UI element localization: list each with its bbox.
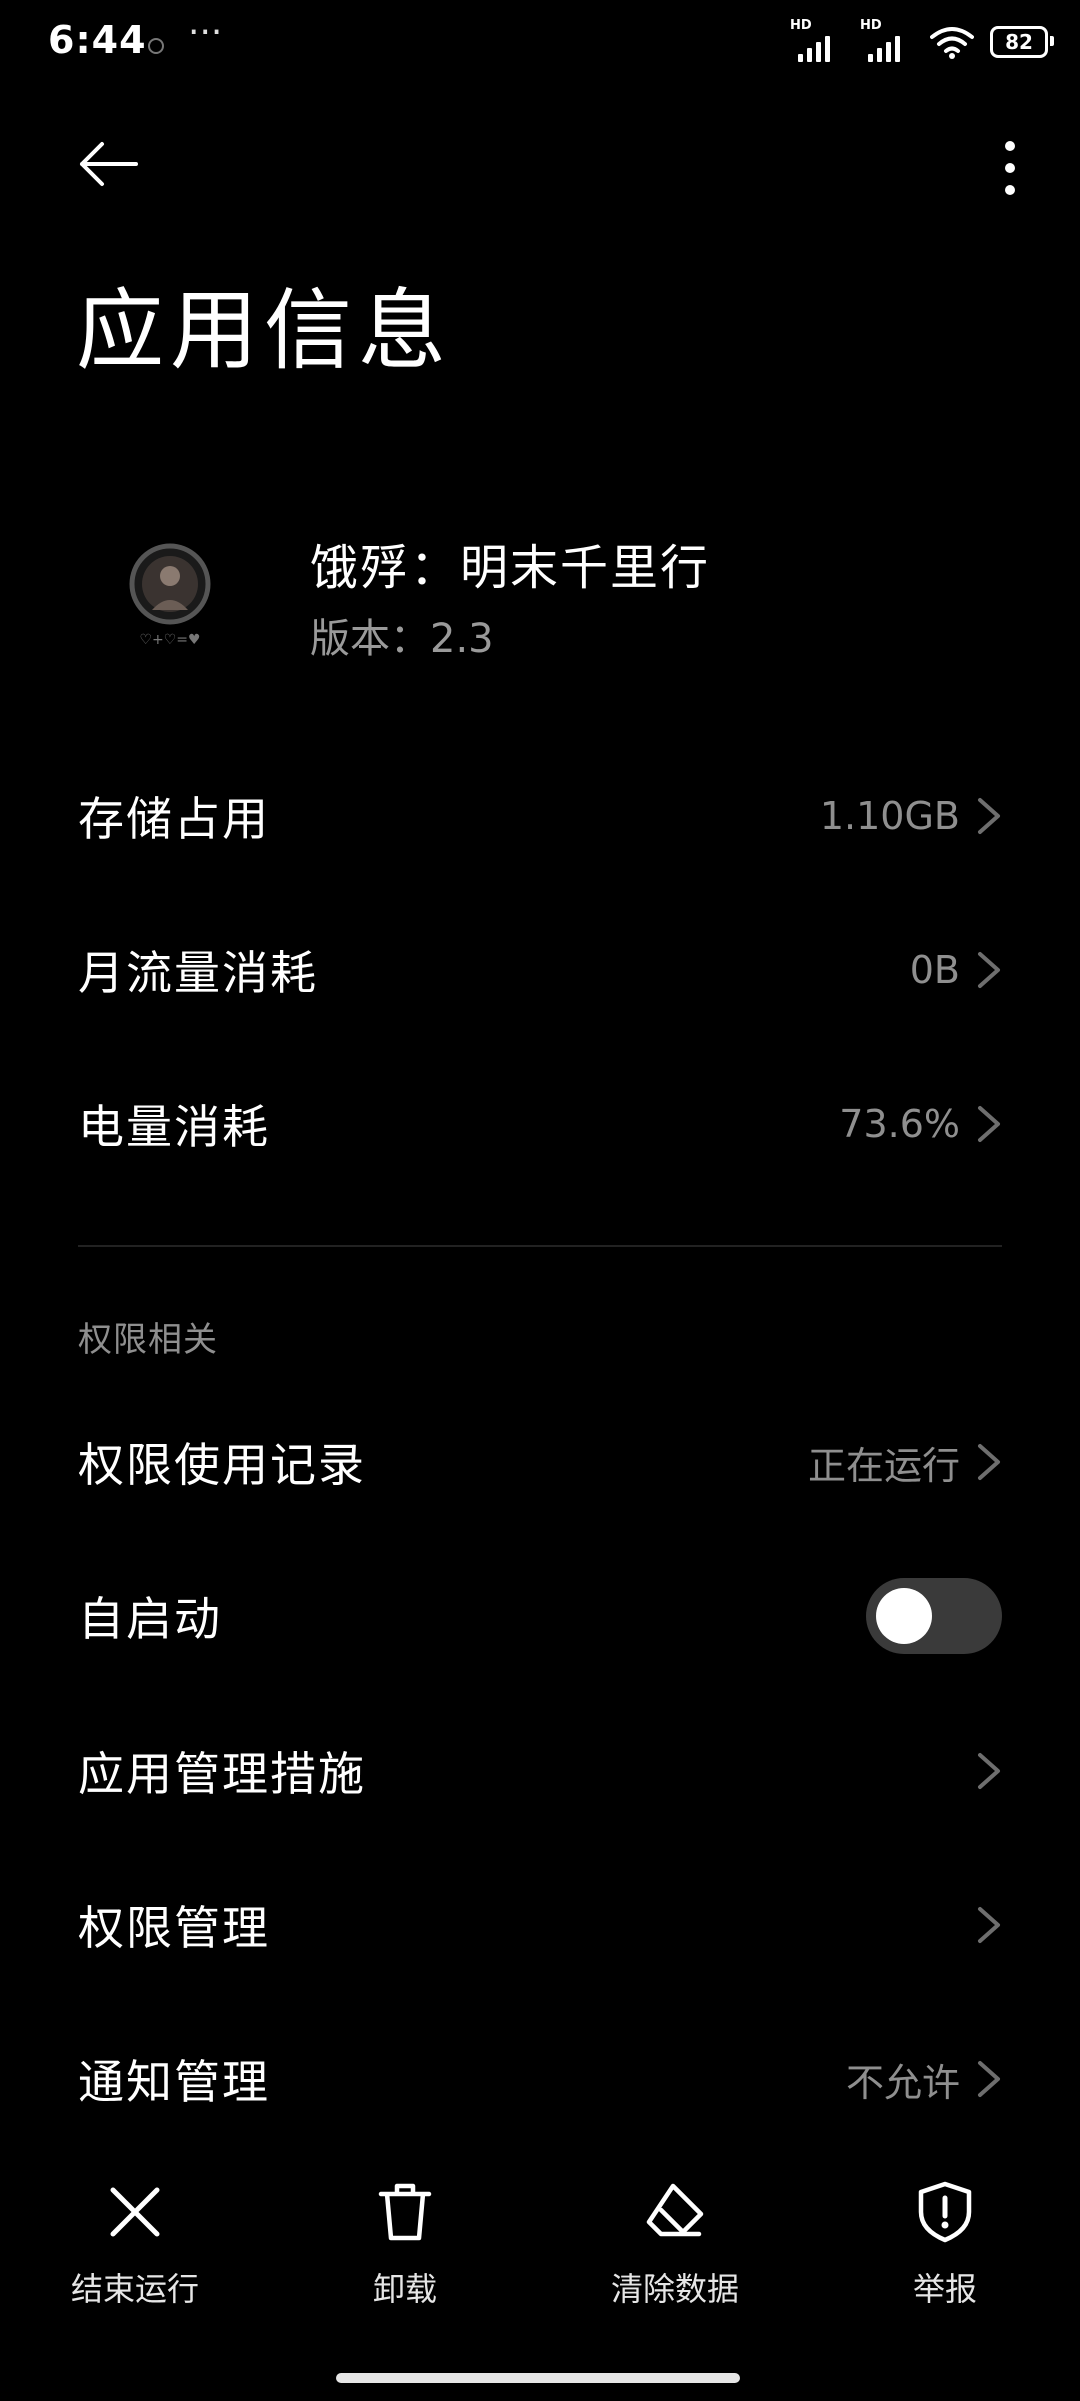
signal-icon-2: HD bbox=[860, 18, 914, 62]
battery-icon: 82 bbox=[990, 26, 1054, 58]
permission-usage-value: 正在运行 bbox=[807, 1443, 960, 1488]
battery-usage-value: 73.6% bbox=[839, 1102, 960, 1146]
chevron-right-icon bbox=[978, 1106, 1000, 1142]
divider bbox=[78, 1245, 1002, 1247]
more-options-button[interactable] bbox=[1004, 140, 1016, 200]
chevron-right-icon bbox=[978, 2061, 1000, 2097]
bottom-action-bar: 结束运行 卸载 清除数据 举报 bbox=[0, 2180, 1080, 2320]
status-more-dots: ··· bbox=[188, 12, 223, 53]
traffic-value: 0B bbox=[909, 948, 960, 992]
trash-icon bbox=[373, 2180, 437, 2248]
notification-management-row[interactable]: 通知管理 不允许 bbox=[78, 2029, 1002, 2129]
eraser-icon bbox=[643, 2180, 707, 2248]
signal-icon: HD bbox=[790, 18, 844, 62]
clear-data-button[interactable]: 清除数据 bbox=[540, 2180, 810, 2320]
chevron-right-icon bbox=[978, 1444, 1000, 1480]
report-label: 举报 bbox=[912, 2270, 977, 2308]
permission-management-row[interactable]: 权限管理 bbox=[78, 1875, 1002, 1975]
chevron-right-icon bbox=[978, 1907, 1000, 1943]
app-version: 版本：2.3 bbox=[310, 616, 494, 662]
battery-usage-label: 电量消耗 bbox=[78, 1100, 270, 1154]
back-button[interactable] bbox=[76, 140, 140, 192]
storage-label: 存储占用 bbox=[78, 792, 270, 846]
notification-icon bbox=[148, 38, 164, 54]
traffic-row[interactable]: 月流量消耗 0B bbox=[78, 920, 1002, 1020]
toggle-knob bbox=[876, 1588, 932, 1644]
autostart-label: 自启动 bbox=[78, 1592, 222, 1646]
home-indicator[interactable] bbox=[336, 2373, 740, 2383]
app-measures-label: 应用管理措施 bbox=[78, 1747, 366, 1801]
permission-usage-label: 权限使用记录 bbox=[78, 1438, 366, 1492]
force-stop-button[interactable]: 结束运行 bbox=[0, 2180, 270, 2320]
more-vert-icon bbox=[1005, 141, 1015, 195]
autostart-toggle[interactable] bbox=[866, 1578, 1002, 1654]
app-avatar-icon: ♡+♡=♥ bbox=[120, 540, 220, 650]
svg-text:♡+♡=♥: ♡+♡=♥ bbox=[139, 632, 200, 648]
notification-management-value: 不允许 bbox=[845, 2060, 960, 2105]
uninstall-button[interactable]: 卸载 bbox=[270, 2180, 540, 2320]
close-icon bbox=[103, 2180, 167, 2248]
app-name: 饿殍：明末千里行 bbox=[310, 540, 711, 596]
status-icons: HD HD 82 bbox=[790, 18, 1054, 62]
wifi-icon bbox=[930, 27, 974, 59]
battery-usage-row[interactable]: 电量消耗 73.6% bbox=[78, 1074, 1002, 1174]
autostart-row: 自启动 bbox=[78, 1566, 1002, 1666]
storage-value: 1.10GB bbox=[819, 794, 960, 838]
section-header-permissions: 权限相关 bbox=[78, 1320, 218, 1360]
back-arrow-icon bbox=[80, 142, 138, 186]
chevron-right-icon bbox=[978, 952, 1000, 988]
uninstall-label: 卸载 bbox=[372, 2270, 437, 2308]
chevron-right-icon bbox=[978, 798, 1000, 834]
force-stop-label: 结束运行 bbox=[70, 2270, 199, 2308]
notification-management-label: 通知管理 bbox=[78, 2055, 270, 2109]
app-measures-row[interactable]: 应用管理措施 bbox=[78, 1721, 1002, 1821]
storage-row[interactable]: 存储占用 1.10GB bbox=[78, 766, 1002, 866]
clear-data-label: 清除数据 bbox=[610, 2270, 739, 2308]
report-button[interactable]: 举报 bbox=[810, 2180, 1080, 2320]
status-time: 6:44 bbox=[48, 18, 147, 62]
permission-usage-row[interactable]: 权限使用记录 正在运行 bbox=[78, 1412, 1002, 1512]
traffic-label: 月流量消耗 bbox=[78, 946, 318, 1000]
permission-management-label: 权限管理 bbox=[78, 1901, 270, 1955]
page-title: 应用信息 bbox=[76, 279, 453, 382]
shield-alert-icon bbox=[913, 2180, 977, 2248]
chevron-right-icon bbox=[978, 1753, 1000, 1789]
